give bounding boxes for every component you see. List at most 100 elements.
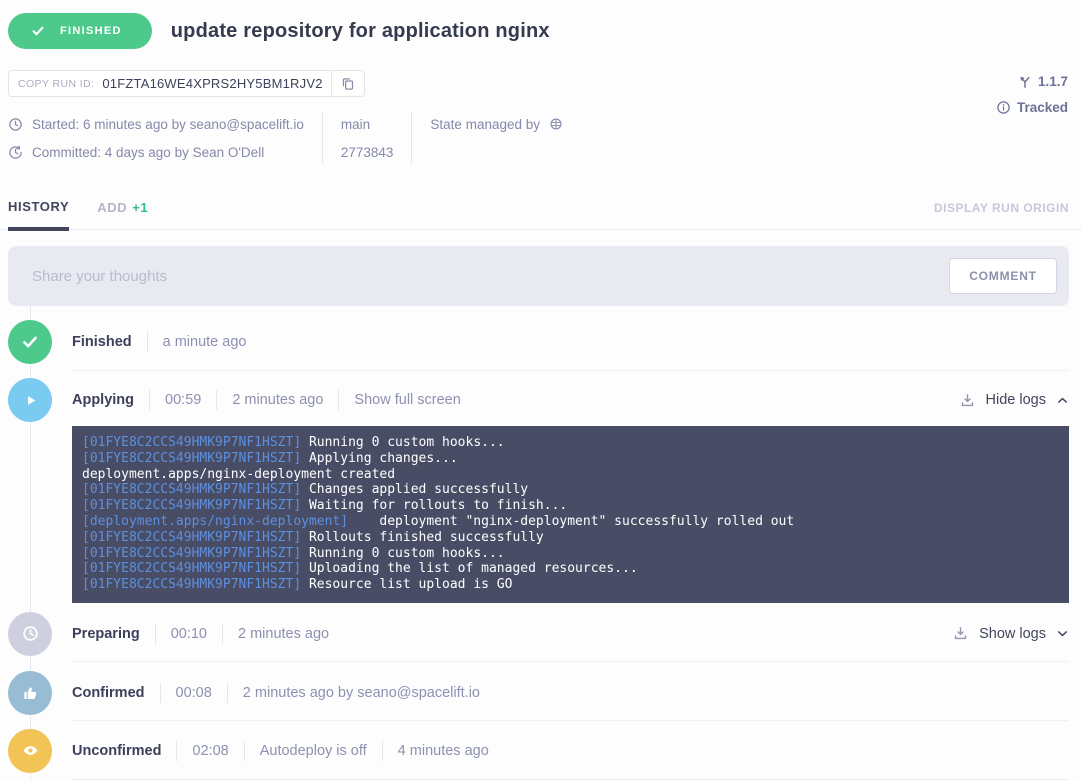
timeline-row-finished: Finished a minute ago [0,320,1081,371]
page-title: update repository for application nginx [171,20,550,43]
log-line: [01FYE8C2CCS49HMK9P7NF1HSZT] Running 0 cu… [82,546,1059,562]
separator [338,390,339,410]
applying-label: Applying [72,392,134,408]
download-logs-icon[interactable] [952,625,969,642]
run-id-row: COPY RUN ID: 01FZTA16WE4XPRS2HY5BM1RJV2 [8,70,1069,97]
tracked-label: Tracked [1017,100,1068,115]
show-full-screen-link[interactable]: Show full screen [354,392,460,408]
log-text: deployment "nginx-deployment" successful… [356,514,794,529]
timeline-row-confirmed: Confirmed 00:08 2 minutes ago by seano@s… [0,671,1081,721]
tab-add[interactable]: ADD +1 [97,186,148,229]
log-text: Applying changes... [309,451,458,466]
confirmed-thumbs-up-icon [8,671,52,715]
check-icon [31,24,45,38]
unconfirmed-autodeploy: Autodeploy is off [260,743,367,759]
hide-logs-label[interactable]: Hide logs [986,392,1046,408]
spacelift-logo-icon [549,117,563,131]
show-logs-control[interactable]: Show logs [952,625,1069,642]
run-timeline: Finished a minute ago Applying 00:59 2 m… [0,320,1081,780]
chip-divider [331,71,332,96]
applying-duration: 00:59 [165,392,201,408]
log-text: Resource list upload is GO [309,577,513,592]
log-id: [01FYE8C2CCS49HMK9P7NF1HSZT] [82,482,301,497]
log-id: [01FYE8C2CCS49HMK9P7NF1HSZT] [82,435,301,450]
log-text: Waiting for rollouts to finish... [309,498,567,513]
preparing-clock-icon [8,612,52,656]
log-text: Rollouts finished successfully [309,530,544,545]
copy-icon[interactable] [340,76,355,91]
log-line: [01FYE8C2CCS49HMK9P7NF1HSZT]Uploading th… [82,561,1059,577]
meta-git: main 2773843 [341,110,394,166]
download-logs-icon[interactable] [959,392,976,409]
timeline-row-preparing: Preparing 00:10 2 minutes ago Show logs [0,612,1081,662]
hide-logs-control[interactable]: Hide logs [959,392,1069,409]
log-line: deployment.apps/nginx-deployment created [82,467,1059,483]
log-text: Changes applied successfully [309,482,528,497]
log-line: [01FYE8C2CCS49HMK9P7NF1HSZT] Resource lis… [82,577,1059,593]
separator [176,741,177,761]
log-line: [01FYE8C2CCS49HMK9P7NF1HSZT] Applying cha… [82,451,1059,467]
clock-icon [8,117,23,132]
meta-state: State managed by [430,110,563,166]
state-managed-text: State managed by [430,117,540,132]
chevron-up-icon[interactable] [1056,394,1069,407]
version-label: 1.1.7 [1038,74,1068,89]
log-id: [01FYE8C2CCS49HMK9P7NF1HSZT] [82,498,301,513]
meta-divider [322,112,323,164]
timeline-row-applying: Applying 00:59 2 minutes ago Show full s… [0,378,1081,603]
log-id: [01FYE8C2CCS49HMK9P7NF1HSZT] [82,546,301,561]
display-run-origin-button[interactable]: DISPLAY RUN ORIGIN [934,201,1069,215]
started-text: Started: 6 minutes ago by seano@spacelif… [32,117,304,132]
log-text: Running 0 custom hooks... [309,435,505,450]
committed-text: Committed: 4 days ago by Sean O'Dell [32,145,264,160]
finished-check-icon [8,320,52,364]
comment-input[interactable] [32,268,949,285]
show-logs-label[interactable]: Show logs [979,626,1046,642]
version-indicator: 1.1.7 [1018,74,1068,89]
log-id: [01FYE8C2CCS49HMK9P7NF1HSZT] [82,577,301,592]
log-id: [01FYE8C2CCS49HMK9P7NF1HSZT] [82,530,301,545]
timeline-row-unconfirmed: Unconfirmed 02:08 Autodeploy is off 4 mi… [0,729,1081,780]
log-id: [deployment.apps/nginx-deployment] [82,514,348,529]
unconfirmed-label: Unconfirmed [72,743,161,759]
chevron-down-icon[interactable] [1056,627,1069,640]
log-line: [01FYE8C2CCS49HMK9P7NF1HSZT] Changes appl… [82,482,1059,498]
separator [147,332,148,352]
meta-divider [411,112,412,164]
commit-sha: 2773843 [341,145,394,160]
separator [382,741,383,761]
tab-add-label: ADD [97,200,127,215]
unconfirmed-ago: 4 minutes ago [398,743,489,759]
run-id-value: 01FZTA16WE4XPRS2HY5BM1RJV2 [102,76,322,91]
log-line: [01FYE8C2CCS49HMK9P7NF1HSZT] Running 0 cu… [82,435,1059,451]
run-detail-page: FINISHED update repository for applicati… [0,0,1081,781]
separator [227,683,228,703]
log-line: [01FYE8C2CCS49HMK9P7NF1HSZT] Rollouts fin… [82,530,1059,546]
tab-add-count: +1 [132,200,148,215]
header: FINISHED update repository for applicati… [0,0,1081,49]
separator [244,741,245,761]
finished-ago: a minute ago [163,334,247,350]
log-id: [01FYE8C2CCS49HMK9P7NF1HSZT] [82,451,301,466]
log-text: Uploading the list of managed resources.… [309,561,638,576]
confirmed-ago: 2 minutes ago by seano@spacelift.io [243,685,480,701]
comment-button[interactable]: COMMENT [949,258,1057,294]
confirmed-duration: 00:08 [176,685,212,701]
confirmed-label: Confirmed [72,685,145,701]
copy-run-id-button[interactable]: COPY RUN ID: 01FZTA16WE4XPRS2HY5BM1RJV2 [8,70,365,97]
branch-name: main [341,117,370,132]
separator [222,624,223,644]
applying-play-icon [8,378,52,422]
committed-line: Committed: 4 days ago by Sean O'Dell [8,138,304,166]
log-panel[interactable]: [01FYE8C2CCS49HMK9P7NF1HSZT] Running 0 cu… [72,426,1069,603]
started-line: Started: 6 minutes ago by seano@spacelif… [8,110,304,138]
log-text: Running 0 custom hooks... [309,546,505,561]
separator [216,390,217,410]
tab-history[interactable]: HISTORY [8,186,69,231]
tab-bar: HISTORY ADD +1 DISPLAY RUN ORIGIN [0,186,1081,230]
preparing-ago: 2 minutes ago [238,626,329,642]
log-line: [deployment.apps/nginx-deployment] deplo… [82,514,1059,530]
run-id-label: COPY RUN ID: [18,78,94,90]
branch-version-icon [1018,75,1032,89]
unconfirmed-eye-icon [8,729,52,773]
